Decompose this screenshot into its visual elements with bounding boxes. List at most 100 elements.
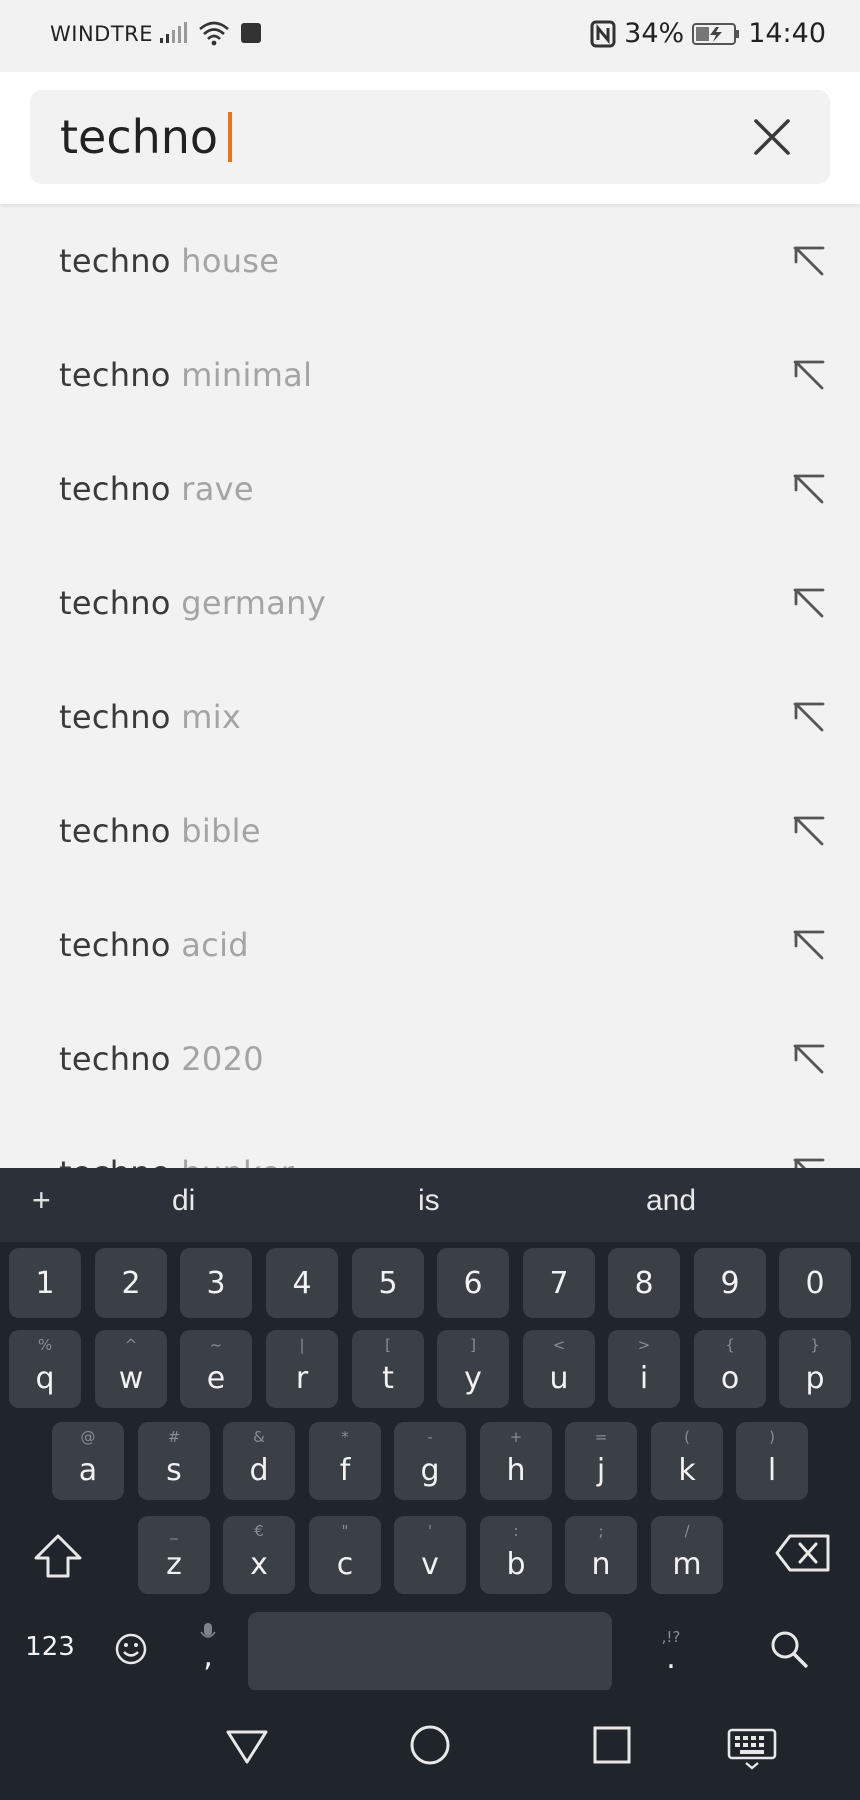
key-period[interactable]: ,!? .	[650, 1622, 692, 1692]
key-6[interactable]: 6	[437, 1248, 509, 1318]
keyboard-word-suggestion[interactable]: and	[646, 1184, 696, 1218]
carrier-name: WINDTRE	[50, 22, 154, 46]
suggestion-completion: rave	[181, 470, 254, 508]
keyboard-word-suggestion[interactable]: is	[418, 1184, 440, 1218]
back-icon[interactable]	[222, 1720, 272, 1770]
suggestion-typed: techno	[59, 242, 171, 280]
emoji-icon[interactable]	[114, 1632, 148, 1666]
wifi-icon	[199, 21, 229, 46]
battery-icon	[692, 22, 740, 45]
suggestion-completion: house	[181, 242, 280, 280]
key-p[interactable]: } p	[779, 1330, 851, 1408]
plus-icon[interactable]: +	[32, 1182, 51, 1219]
suggestion-typed: techno	[59, 1040, 171, 1078]
suggestion-typed: techno	[59, 470, 171, 508]
key-z[interactable]: _ z	[138, 1516, 210, 1594]
search-query: techno	[60, 110, 219, 164]
key-i[interactable]: > i	[608, 1330, 680, 1408]
key-q[interactable]: % q	[9, 1330, 81, 1408]
key-c[interactable]: " c	[309, 1516, 381, 1594]
suggestion-typed: techno	[59, 1154, 171, 1168]
arrow-up-left-icon[interactable]	[792, 814, 826, 848]
key-y[interactable]: ] y	[437, 1330, 509, 1408]
suggestion-item[interactable]: techno acid	[0, 888, 860, 1002]
key-r[interactable]: | r	[266, 1330, 338, 1408]
key-u[interactable]: < u	[523, 1330, 595, 1408]
key-a[interactable]: @ a	[52, 1422, 124, 1500]
shift-icon[interactable]	[30, 1528, 86, 1584]
search-box[interactable]: techno	[30, 90, 830, 184]
key-8[interactable]: 8	[608, 1248, 680, 1318]
suggestion-item[interactable]: techno 2020	[0, 1002, 860, 1116]
key-n[interactable]: ; n	[565, 1516, 637, 1594]
suggestion-item[interactable]: techno bible	[0, 774, 860, 888]
arrow-up-left-icon[interactable]	[792, 358, 826, 392]
suggestion-typed: techno	[59, 812, 171, 850]
arrow-up-left-icon[interactable]	[792, 1156, 826, 1168]
key-comma[interactable]: ,	[188, 1622, 228, 1692]
key-7[interactable]: 7	[523, 1248, 595, 1318]
arrow-up-left-icon[interactable]	[792, 244, 826, 278]
suggestion-item[interactable]: techno germany	[0, 546, 860, 660]
suggestion-typed: techno	[59, 926, 171, 964]
key-t[interactable]: [t	[352, 1330, 424, 1408]
suggestion-item[interactable]: techno bunker	[0, 1116, 860, 1168]
text-caret	[228, 112, 233, 162]
keyboard-suggestion-bar: + di is and	[0, 1168, 860, 1242]
key-j[interactable]: = j	[565, 1422, 637, 1500]
space-bar[interactable]	[248, 1612, 612, 1692]
key-f[interactable]: * f	[309, 1422, 381, 1500]
suggestion-item[interactable]: techno rave	[0, 432, 860, 546]
suggestion-completion: bunker	[181, 1154, 294, 1168]
arrow-up-left-icon[interactable]	[792, 586, 826, 620]
arrow-up-left-icon[interactable]	[792, 1042, 826, 1076]
search-input[interactable]: techno	[60, 90, 233, 184]
status-bar: WINDTRE 34% 14:40	[0, 0, 860, 72]
signal-icon	[160, 22, 187, 43]
suggestion-item[interactable]: techno mix	[0, 660, 860, 774]
suggestion-completion: germany	[181, 584, 326, 622]
search-header: techno	[0, 72, 860, 204]
arrow-up-left-icon[interactable]	[792, 472, 826, 506]
key-e[interactable]: ~ e	[180, 1330, 252, 1408]
system-nav-bar	[0, 1690, 860, 1800]
suggestion-item[interactable]: techno minimal	[0, 318, 860, 432]
key-x[interactable]: € x	[223, 1516, 295, 1594]
battery-percent: 34%	[624, 18, 685, 49]
suggestion-item[interactable]: techno house	[0, 204, 860, 318]
suggestion-list: techno house techno minimal techno rave …	[0, 204, 860, 1168]
key-4[interactable]: 4	[266, 1248, 338, 1318]
arrow-up-left-icon[interactable]	[792, 928, 826, 962]
clock: 14:40	[748, 18, 826, 49]
key-v[interactable]: ' v	[394, 1516, 466, 1594]
key-123[interactable]: 123	[20, 1632, 80, 1672]
soft-keyboard: + di is and 1 2 3 4 5 6 7 8 9 0 % q ^ w ~ e…	[0, 1168, 860, 1692]
key-l[interactable]: ) l	[736, 1422, 808, 1500]
home-icon[interactable]	[405, 1720, 455, 1770]
keyboard-icon[interactable]	[726, 1720, 778, 1770]
key-g[interactable]: -g	[394, 1422, 466, 1500]
suggestion-typed: techno	[59, 584, 171, 622]
close-icon[interactable]	[750, 115, 794, 159]
key-s[interactable]: # s	[138, 1422, 210, 1500]
key-1[interactable]: 1	[9, 1248, 81, 1318]
nfc-icon	[590, 20, 616, 47]
key-h[interactable]: + h	[480, 1422, 552, 1500]
key-2[interactable]: 2	[95, 1248, 167, 1318]
key-m[interactable]: / m	[651, 1516, 723, 1594]
key-k[interactable]: (k	[651, 1422, 723, 1500]
suggestion-completion: 2020	[181, 1040, 264, 1078]
arrow-up-left-icon[interactable]	[792, 700, 826, 734]
key-o[interactable]: {o	[694, 1330, 766, 1408]
key-w[interactable]: ^ w	[95, 1330, 167, 1408]
key-5[interactable]: 5	[352, 1248, 424, 1318]
backspace-icon[interactable]	[774, 1532, 832, 1574]
keyboard-word-suggestion[interactable]: di	[172, 1184, 195, 1218]
key-b[interactable]: :b	[480, 1516, 552, 1594]
search-icon[interactable]	[768, 1628, 810, 1670]
key-d[interactable]: & d	[223, 1422, 295, 1500]
recents-icon[interactable]	[587, 1720, 637, 1770]
key-0[interactable]: 0	[779, 1248, 851, 1318]
key-3[interactable]: 3	[180, 1248, 252, 1318]
key-9[interactable]: 9	[694, 1248, 766, 1318]
